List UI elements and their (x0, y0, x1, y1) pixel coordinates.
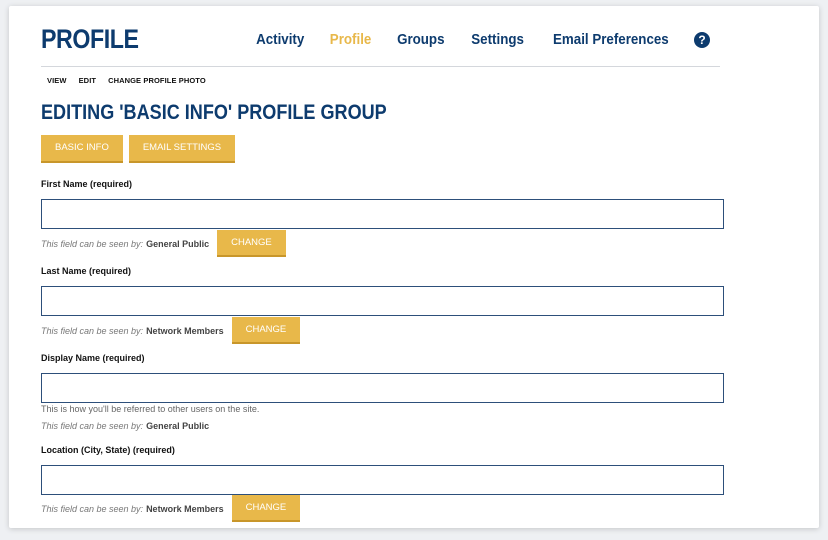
profile-card: PROFILE Activity Profile Groups Settings… (9, 6, 819, 528)
visibility-value: Network Members (146, 503, 224, 514)
visibility-value: General Public (146, 238, 210, 249)
first-name-input[interactable] (41, 199, 724, 229)
profile-group-tabs: BASIC INFO EMAIL SETTINGS (41, 135, 241, 163)
first-name-label: First Name (required) (41, 179, 133, 189)
nav-profile[interactable]: Profile (330, 32, 372, 48)
last-name-input[interactable] (41, 286, 724, 316)
tab-basic-info[interactable]: BASIC INFO (41, 135, 123, 163)
tab-email-settings[interactable]: EMAIL SETTINGS (128, 135, 236, 163)
last-name-visibility: This field can be seen by: Network Membe… (41, 317, 301, 344)
subnav-change-profile-photo[interactable]: CHANGE PROFILE PHOTO (108, 76, 206, 85)
location-label: Location (City, State) (required) (41, 445, 175, 455)
main-nav: Activity Profile Groups Settings Email P… (232, 32, 710, 48)
nav-activity[interactable]: Activity (256, 32, 304, 48)
display-name-input[interactable] (41, 373, 724, 403)
profile-subnav: VIEW EDIT CHANGE PROFILE PHOTO (47, 76, 218, 85)
display-name-help: This is how you'll be referred to other … (41, 404, 260, 414)
location-input[interactable] (41, 465, 724, 495)
visibility-value: General Public (146, 421, 210, 431)
visibility-lead: This field can be seen by: (41, 421, 144, 431)
help-icon[interactable]: ? (694, 32, 710, 48)
visibility-lead: This field can be seen by: (41, 503, 144, 514)
display-name-visibility: This field can be seen by: General Publi… (41, 421, 209, 431)
field-display-name: Display Name (required) This is how you'… (41, 353, 724, 431)
nav-email-preferences[interactable]: Email Preferences (553, 32, 669, 48)
last-name-label: Last Name (required) (41, 266, 132, 276)
profile-header: PROFILE Activity Profile Groups Settings… (41, 6, 720, 67)
field-first-name: First Name (required) This field can be … (41, 179, 724, 257)
field-last-name: Last Name (required) This field can be s… (41, 266, 724, 344)
visibility-value: Network Members (146, 325, 224, 336)
change-visibility-button[interactable]: CHANGE (217, 230, 286, 257)
page-title: PROFILE (41, 24, 139, 54)
display-name-label: Display Name (required) (41, 353, 145, 363)
subnav-view[interactable]: VIEW (47, 76, 67, 85)
subnav-edit[interactable]: EDIT (79, 76, 96, 85)
visibility-lead: This field can be seen by: (41, 325, 144, 336)
change-visibility-button[interactable]: CHANGE (231, 317, 301, 344)
visibility-lead: This field can be seen by: (41, 238, 144, 249)
first-name-visibility: This field can be seen by: General Publi… (41, 230, 286, 257)
change-visibility-button[interactable]: CHANGE (231, 495, 301, 522)
nav-groups[interactable]: Groups (398, 32, 445, 48)
field-location: Location (City, State) (required) This f… (41, 445, 724, 522)
nav-settings[interactable]: Settings (471, 32, 524, 48)
location-visibility: This field can be seen by: Network Membe… (41, 495, 301, 522)
section-title: EDITING 'BASIC INFO' PROFILE GROUP (41, 101, 387, 124)
